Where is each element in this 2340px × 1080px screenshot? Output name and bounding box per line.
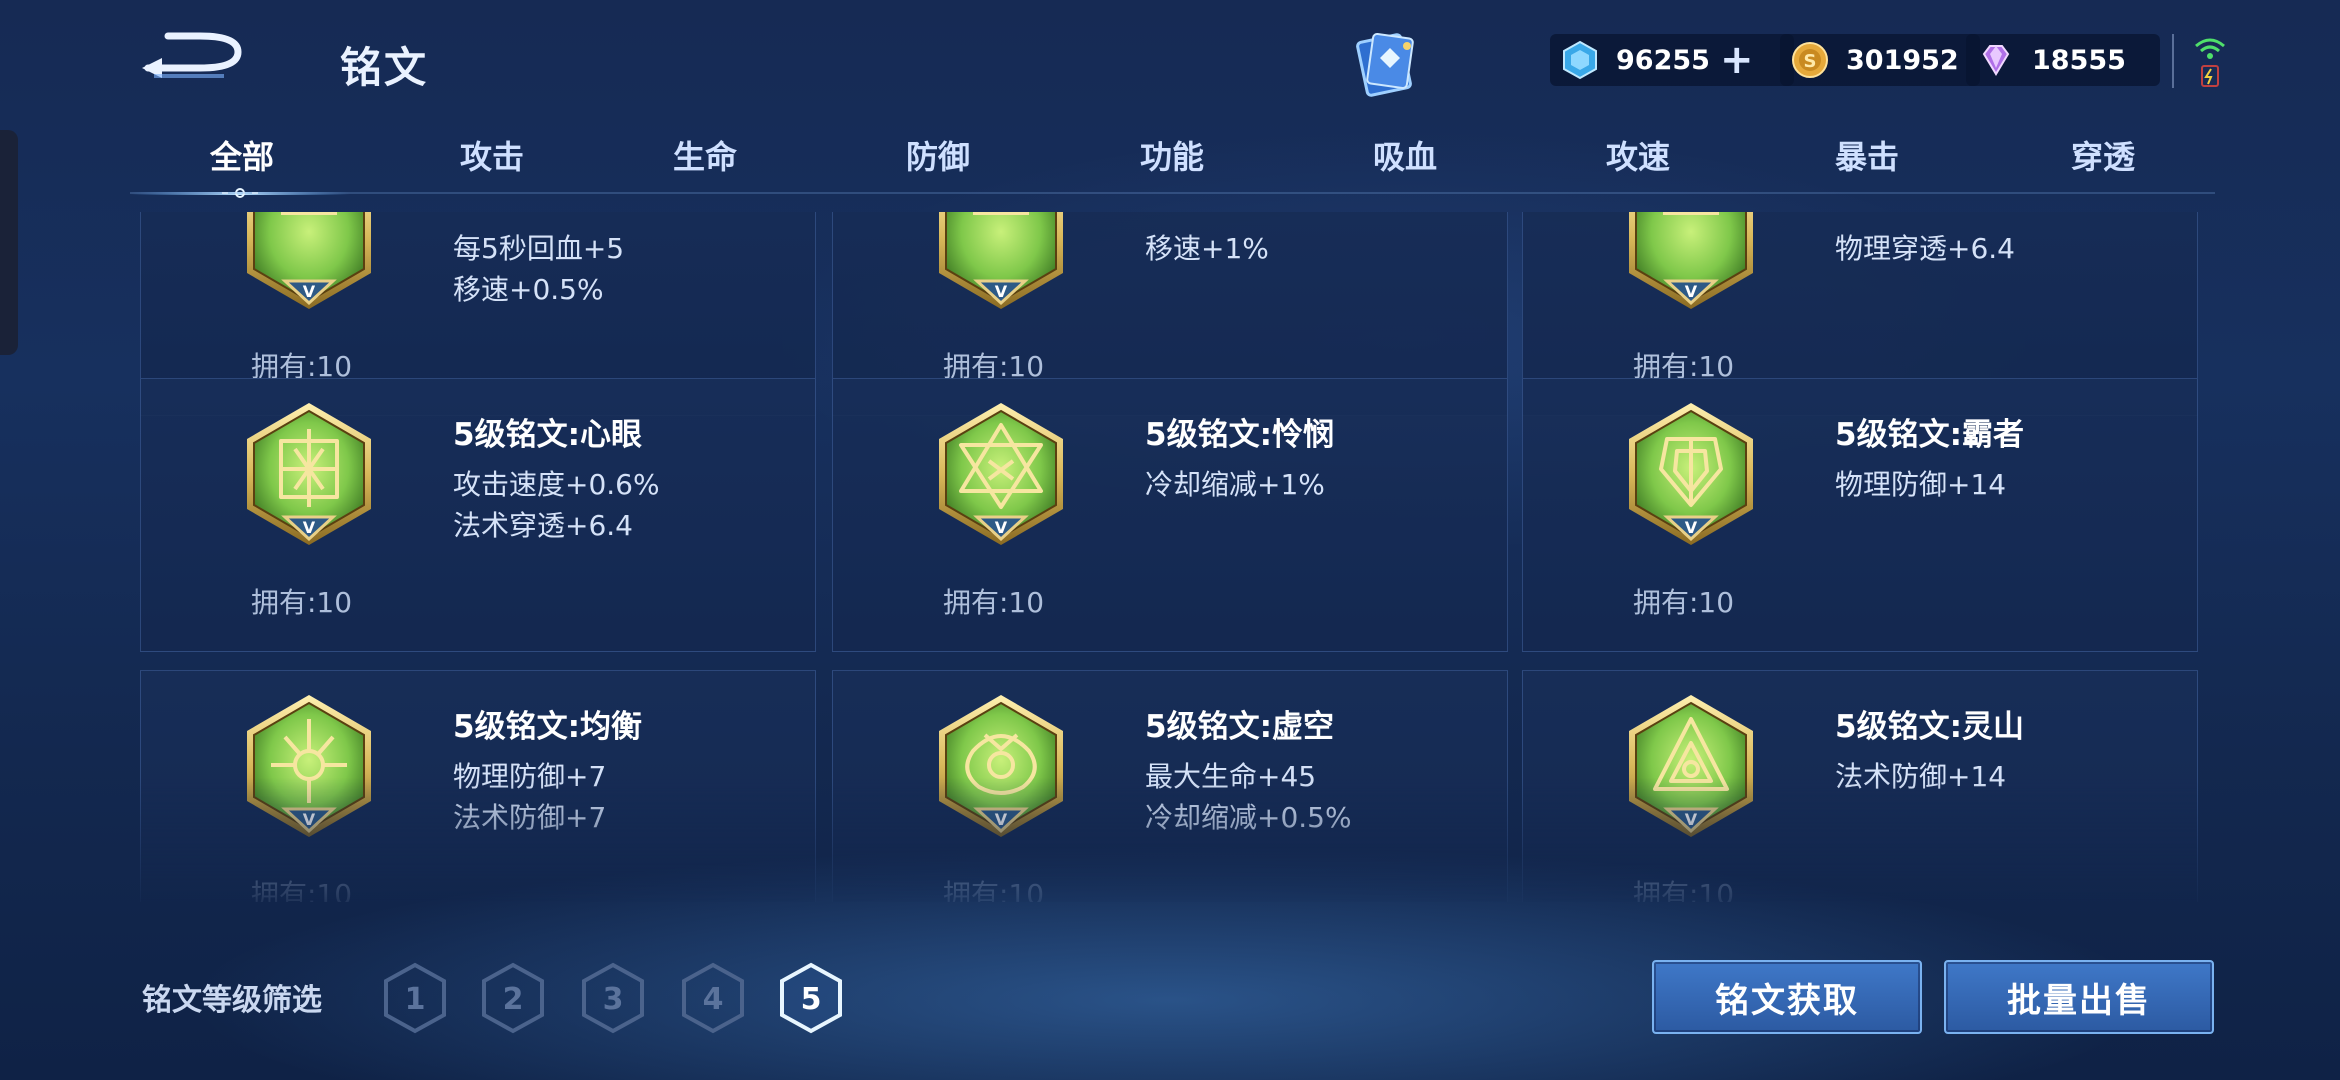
- page-title: 铭文: [340, 43, 429, 92]
- svg-text:V: V: [1685, 518, 1698, 537]
- inscription-card[interactable]: V 5级铭文:怜悯 冷却缩减+1% 拥有:10: [832, 378, 1508, 652]
- inscription-card[interactable]: V 5级铭文:均衡 物理防御+7 法术防御+7 拥有:10: [140, 670, 816, 902]
- level-filter-label: 铭文等级筛选: [142, 983, 322, 1018]
- back-arrow-icon[interactable]: [140, 28, 250, 84]
- gold-count: 301952: [1846, 44, 1959, 76]
- inscription-partial-icon: V: [247, 212, 371, 309]
- inscription-name: 5级铭文:均衡: [453, 709, 642, 745]
- inscription-partial-icon: V: [1629, 212, 1753, 309]
- owned-count: 拥有:10: [943, 586, 1045, 619]
- svg-text:V: V: [303, 518, 316, 537]
- level-filter-label: 1: [405, 982, 426, 1017]
- lianmin-icon: V: [939, 403, 1063, 545]
- level-filter-label: 3: [603, 982, 624, 1017]
- gold-currency: S 301952: [1780, 34, 1980, 86]
- inscription-attr-1: 物理防御+14: [1835, 468, 2007, 501]
- gold-coin-icon: S: [1792, 42, 1828, 78]
- inscription-attr-1: 移速+1%: [1145, 232, 1269, 265]
- inscription-attr-2: 冷却缩减+0.5%: [1145, 801, 1352, 834]
- owned-count: 拥有:10: [943, 878, 1045, 902]
- header-divider: [2172, 34, 2174, 88]
- owned-count: 拥有:10: [1633, 878, 1735, 902]
- svg-text:S: S: [1804, 51, 1817, 72]
- xukong-icon: V: [939, 695, 1063, 837]
- inscription-attr-1: 最大生命+45: [1145, 760, 1317, 793]
- bulk-sell-button[interactable]: 批量出售: [1944, 960, 2214, 1034]
- level-filter-label: 4: [703, 982, 724, 1017]
- level-filter-3[interactable]: 3: [580, 962, 646, 1034]
- xinyan-icon: V: [247, 403, 371, 545]
- add-diamond-button[interactable]: +: [1720, 40, 1754, 80]
- svg-text:V: V: [303, 282, 316, 301]
- tab-3[interactable]: 生命: [635, 132, 775, 178]
- diamond-icon: [1563, 40, 1597, 80]
- inscription-attr-1: 物理穿透+6.4: [1835, 232, 2015, 265]
- diamond-count: 96255: [1616, 44, 1710, 76]
- inscription-card[interactable]: V 5级铭文:灵山 法术防御+14 拥有:10: [1522, 670, 2198, 902]
- owned-count: 拥有:10: [251, 586, 353, 619]
- inscription-partial-icon: V: [939, 212, 1063, 309]
- inscription-book-icon[interactable]: [1352, 28, 1422, 100]
- inscription-name: 5级铭文:灵山: [1835, 709, 2024, 745]
- owned-count: 拥有:10: [1633, 586, 1735, 619]
- inscription-name: 5级铭文:怜悯: [1145, 417, 1334, 453]
- inscription-name: 5级铭文:霸者: [1835, 417, 2024, 453]
- tab-7[interactable]: 攻速: [1568, 132, 1708, 178]
- inscription-attr-1: 每5秒回血+5: [453, 232, 625, 265]
- svg-text:V: V: [995, 518, 1008, 537]
- lingshan-icon: V: [1629, 695, 1753, 837]
- svg-text:V: V: [995, 810, 1008, 829]
- diamond-currency: 96255 +: [1550, 34, 1794, 86]
- tab-5[interactable]: 功能: [1102, 132, 1242, 178]
- inscription-grid: V 每5秒回血+5 移速+0.5% 拥有:10 V 移速+1% 拥有:10 V 物理穿透+6…: [0, 212, 2340, 902]
- inscription-name: 5级铭文:心眼: [453, 417, 642, 453]
- inscription-attr-1: 法术防御+14: [1835, 760, 2007, 793]
- tab-6[interactable]: 吸血: [1335, 132, 1475, 178]
- inscription-attr-1: 冷却缩减+1%: [1145, 468, 1325, 501]
- level-filter-4[interactable]: 4: [680, 962, 746, 1034]
- svg-text:V: V: [1685, 810, 1698, 829]
- level-filter-label: 2: [503, 982, 524, 1017]
- inscription-card[interactable]: V 5级铭文:心眼 攻击速度+0.6% 法术穿透+6.4 拥有:10: [140, 378, 816, 652]
- purple-gem-icon: [1982, 45, 2010, 76]
- level-filter-1[interactable]: 1: [382, 962, 448, 1034]
- svg-text:V: V: [995, 282, 1008, 301]
- gem-currency: 18555: [1966, 34, 2160, 86]
- inscription-attr-1: 物理防御+7: [453, 760, 607, 793]
- inscription-card[interactable]: V 5级铭文:霸者 物理防御+14 拥有:10: [1522, 378, 2198, 652]
- inscription-attr-2: 法术穿透+6.4: [453, 509, 633, 542]
- tab-4[interactable]: 防御: [868, 132, 1008, 178]
- svg-text:V: V: [1685, 282, 1698, 301]
- inscription-card[interactable]: V 5级铭文:虚空 最大生命+45 冷却缩减+0.5% 拥有:10: [832, 670, 1508, 902]
- inscription-name: 5级铭文:虚空: [1145, 709, 1334, 745]
- level-filter-5[interactable]: 5: [778, 962, 844, 1034]
- junheng-icon: V: [247, 695, 371, 837]
- inscription-attr-1: 攻击速度+0.6%: [453, 468, 660, 501]
- tab-8[interactable]: 暴击: [1797, 132, 1937, 178]
- level-filter-2[interactable]: 2: [480, 962, 546, 1034]
- tab-9[interactable]: 穿透: [2033, 132, 2173, 178]
- tab-separator: [130, 192, 2215, 194]
- inscription-attr-2: 法术防御+7: [453, 801, 607, 834]
- wifi-battery-icon: [2195, 38, 2225, 87]
- tab-2[interactable]: 攻击: [422, 132, 562, 178]
- level-filter-label: 5: [801, 982, 822, 1017]
- get-inscription-button[interactable]: 铭文获取: [1652, 960, 1922, 1034]
- svg-text:V: V: [303, 810, 316, 829]
- owned-count: 拥有:10: [251, 878, 353, 902]
- bazhe-icon: V: [1629, 403, 1753, 545]
- gem-count: 18555: [2032, 44, 2126, 76]
- inscription-attr-2: 移速+0.5%: [453, 273, 604, 306]
- tab-1[interactable]: 全部: [172, 132, 312, 178]
